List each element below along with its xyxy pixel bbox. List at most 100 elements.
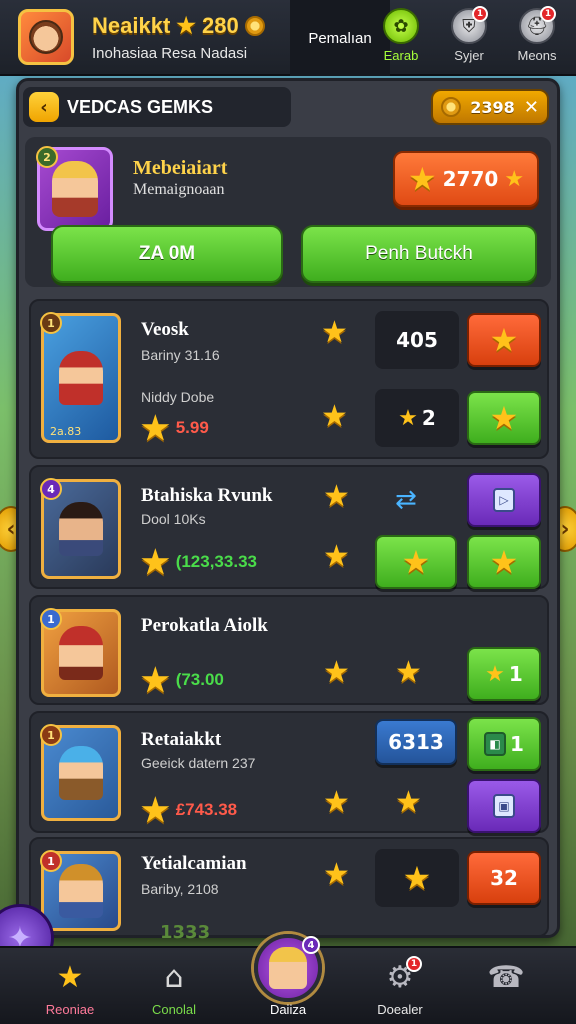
player-score: 280 xyxy=(202,12,239,38)
value-button[interactable]: 6313 xyxy=(375,719,457,765)
notification-badge: 4 xyxy=(302,936,320,954)
value-box: 405 xyxy=(375,311,459,369)
level-badge: 4 xyxy=(40,478,62,500)
row-portrait[interactable]: 1 xyxy=(40,850,121,931)
star-icon: ★ xyxy=(323,539,350,574)
top-icon-earab[interactable]: ✿ Earab xyxy=(370,4,432,68)
player-info: Neaikkt ★ 280 Inohasiaa Resa Nadasi xyxy=(92,13,265,62)
row-price-value: (123,33.33 xyxy=(175,552,257,571)
buy-button[interactable]: ★ 1 xyxy=(467,647,541,701)
back-button[interactable]: ‹ xyxy=(29,92,59,122)
info-button[interactable]: ▣ xyxy=(467,779,541,833)
player-name: Neaikkt xyxy=(92,12,171,38)
row-portrait[interactable]: 4 xyxy=(40,478,121,579)
buy-button[interactable]: ★ xyxy=(467,535,541,589)
buy-button[interactable]: 32 xyxy=(467,851,541,905)
top-icon-syjer[interactable]: ⛨ 1 Syjer xyxy=(438,4,500,68)
top-icon-label: Earab xyxy=(383,48,419,63)
notification-badge: 1 xyxy=(472,6,488,22)
list-item: 4 Btahiska Rvunk Dool 10Ks ★ (123,33.33 … xyxy=(29,465,549,589)
star-icon: ★ xyxy=(141,662,170,698)
row-title: Veosk xyxy=(141,319,189,340)
star-icon: ★ xyxy=(323,785,350,820)
star-icon: ★ xyxy=(401,543,431,581)
star-icon: ★ xyxy=(489,321,519,359)
hero-figure-icon xyxy=(59,746,103,800)
list-item: 1 2a.83 Veosk Bariny 31.16 Niddy Dobe ★ … xyxy=(29,299,549,459)
hero-card: 2 Mebeiaiart Memaignoaan ★ 2770 ★ ZA 0M … xyxy=(25,137,551,287)
notification-badge: 1 xyxy=(540,6,556,22)
hero-subtitle: Memaignoaan xyxy=(133,181,225,198)
row-title: Yetialcamian xyxy=(141,853,247,874)
nav-label: Doealer xyxy=(377,1002,423,1017)
notification-badge: 1 xyxy=(406,956,422,972)
star-icon: ★ xyxy=(141,410,170,446)
row-price: ★ (123,33.33 xyxy=(141,543,257,581)
hero-price: 2770 xyxy=(442,167,499,191)
hero-figure-icon xyxy=(59,351,103,405)
close-icon[interactable]: ✕ xyxy=(524,97,539,118)
buy-button[interactable]: ★ xyxy=(467,391,541,445)
star-icon: ★ xyxy=(323,857,350,892)
shop-panel: ‹ VEDCAS GEMKS 2398 ✕ 2 Mebeiaiart Memai… xyxy=(16,78,560,938)
nav-item-phone[interactable]: ☎ xyxy=(456,958,556,996)
chevron-right-icon: › xyxy=(560,516,570,542)
star-icon: ★ xyxy=(504,166,525,192)
currency-pill[interactable]: 2398 ✕ xyxy=(431,89,549,125)
buy-button[interactable]: ★ xyxy=(467,313,541,367)
row-title: Perokatla Aiolk xyxy=(141,615,268,636)
top-bar: Neaikkt ★ 280 Inohasiaa Resa Nadasi Pema… xyxy=(0,0,576,76)
hero-secondary-button[interactable]: Penh Butckh xyxy=(301,225,537,283)
player-avatar[interactable] xyxy=(18,9,74,65)
nav-item-conolal[interactable]: ⌂ Conolal xyxy=(124,958,224,1018)
currency-value: 2398 xyxy=(470,97,515,117)
row-portrait[interactable]: 1 xyxy=(40,724,121,821)
hero-action-button[interactable]: ZA 0M xyxy=(51,225,283,283)
nav-item-reoniae[interactable]: ★ Reoniae xyxy=(20,958,120,1018)
coin-icon xyxy=(441,97,461,117)
nav-label: Reoniae xyxy=(45,1002,95,1017)
top-icon-meons[interactable]: ⛑ 1 Meons xyxy=(506,4,568,68)
card-icon: ◧ xyxy=(484,732,507,756)
buy-button-count: 1 xyxy=(510,732,524,756)
star-icon: ★ xyxy=(56,959,84,995)
phone-icon: ☎ xyxy=(487,959,525,995)
hero-portrait-icon xyxy=(52,161,98,217)
hero-price-button[interactable]: ★ 2770 ★ xyxy=(393,151,539,207)
row-price-value: (73.00 xyxy=(175,670,224,689)
row-subtitle: Bariby, 2108 xyxy=(141,881,219,897)
row-subtitle: Dool 10Ks xyxy=(141,511,206,527)
hero-figure-icon xyxy=(59,502,103,556)
level-badge: 1 xyxy=(40,850,62,872)
row-price-value: £743.38 xyxy=(175,800,238,819)
buy-button-count: 1 xyxy=(508,662,523,686)
nav-item-doealer[interactable]: ⚙ 1 Doealer xyxy=(350,956,450,1017)
row-portrait[interactable]: 1 xyxy=(40,608,121,697)
level-badge: 1 xyxy=(40,608,62,630)
star-icon: ★ xyxy=(398,405,418,431)
row-subtitle: Bariny 31.16 xyxy=(141,347,220,363)
nav-item-daiiza[interactable]: 4 xyxy=(254,934,322,1002)
player-subtitle: Inohasiaa Resa Nadasi xyxy=(92,44,248,62)
star-icon: ★ xyxy=(176,12,197,38)
chevron-left-icon: ‹ xyxy=(40,96,48,118)
star-icon: ★ xyxy=(485,661,505,687)
panel-title: VEDCAS GEMKS xyxy=(67,96,214,117)
info-button[interactable]: ▷ xyxy=(467,473,541,527)
hero-portrait[interactable]: 2 xyxy=(36,146,113,231)
list-item: 1 Retaiakkt Geeick datern 237 ★ £743.38 … xyxy=(29,711,549,833)
bottom-nav: ★ Reoniae ⌂ Conolal 4 Daiiza ⚙ 1 Doealer… xyxy=(0,934,576,1024)
top-icon-label: Syjer xyxy=(454,48,484,63)
home-icon: ⌂ xyxy=(164,959,184,995)
row-portrait[interactable]: 1 2a.83 xyxy=(40,312,121,443)
hero-figure-icon xyxy=(59,626,103,680)
row-title: Retaiakkt xyxy=(141,729,222,750)
card-icon: ▷ xyxy=(493,488,515,512)
buy-button[interactable]: ★ xyxy=(375,535,457,589)
level-badge: 1 xyxy=(40,724,62,746)
top-icon-label: Meons xyxy=(517,48,557,63)
top-icons: ✿ Earab ⛨ 1 Syjer ⛑ 1 Meons xyxy=(370,4,568,68)
buy-button[interactable]: ◧ 1 xyxy=(467,717,541,771)
value-box: ★ xyxy=(375,849,459,907)
green-gear-icon: ✿ xyxy=(383,8,419,44)
